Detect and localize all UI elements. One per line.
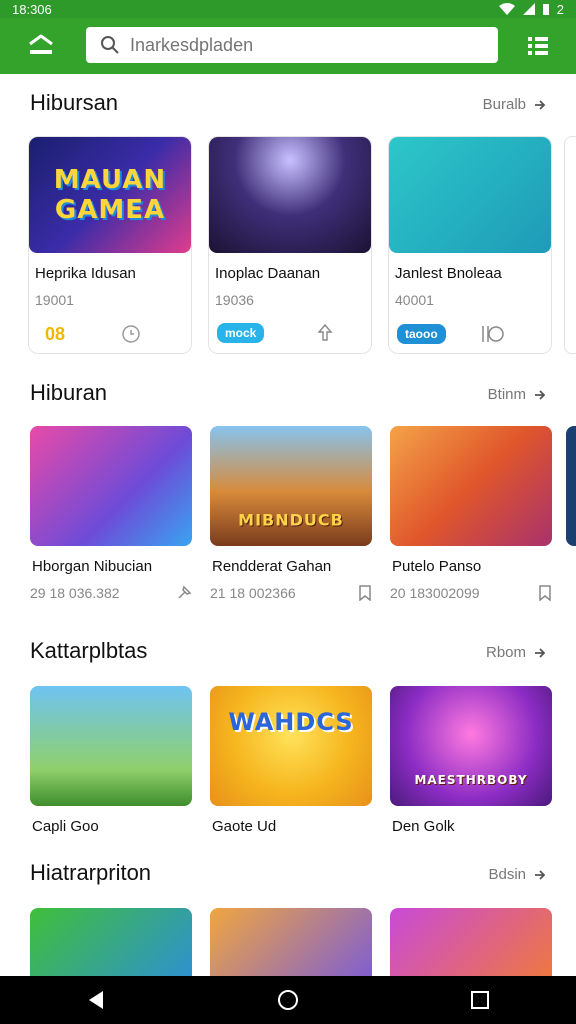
thumbnail-art-text: WAHDCS bbox=[228, 708, 354, 736]
app-name: Janlest Bnoleaa bbox=[395, 265, 502, 282]
see-more-link[interactable]: Rbom bbox=[486, 644, 546, 661]
next-card-peek bbox=[566, 426, 576, 546]
app-name: Hborgan Nibucian bbox=[32, 558, 153, 575]
app-name: Heprika Idusan bbox=[35, 265, 136, 282]
section-title: Hiatrarpriton bbox=[30, 860, 152, 885]
app-meta: 19001 bbox=[35, 292, 74, 308]
thumbnail-art-text: MIBNDUCB bbox=[238, 510, 344, 530]
arrow-right-icon bbox=[535, 389, 546, 400]
app-name: Rendderat Gahan bbox=[212, 558, 332, 575]
see-more-link[interactable]: Bdsin bbox=[488, 866, 546, 883]
content-scroll[interactable]: Hibursan Buralb MAUAN GAMEA Heprika Idus… bbox=[0, 74, 576, 976]
battery-icon bbox=[542, 4, 549, 15]
app-badge: mock bbox=[217, 323, 265, 343]
section-3: Kattarplbtas Rbom Capli Goo WAHDCS Gaote… bbox=[0, 622, 576, 852]
app-card[interactable]: MAESTHRBOBY Den Golk bbox=[390, 686, 552, 835]
menu-button[interactable] bbox=[526, 34, 550, 58]
app-card[interactable]: MAUAN GAMEA Heprika Idusan 19001 08 bbox=[28, 136, 192, 354]
search-input[interactable] bbox=[130, 34, 470, 56]
app-card[interactable]: Capli Goo bbox=[30, 686, 192, 835]
app-name: Putelo Panso bbox=[392, 558, 482, 575]
battery-level: 2 bbox=[556, 1, 564, 17]
app-name: Den Golk bbox=[392, 818, 455, 835]
app-thumbnail bbox=[389, 137, 551, 253]
app-card[interactable]: MIBNDUCB Rendderat Gahan 21 18 002366 bbox=[210, 426, 372, 601]
app-thumbnail bbox=[209, 137, 371, 253]
app-name: Inoplac Daanan bbox=[215, 265, 321, 282]
app-name: Capli Goo bbox=[32, 818, 99, 835]
clock-icon bbox=[122, 325, 140, 343]
app-meta: 20 183002099 bbox=[390, 585, 480, 601]
app-card[interactable]: Janlest Bnoleaa 40001 taooo bbox=[388, 136, 552, 354]
settings-icon bbox=[481, 326, 504, 342]
thumbnail-art-text: MAESTHRBOBY bbox=[414, 772, 528, 787]
home-icon bbox=[29, 34, 53, 54]
see-more-label: Buralb bbox=[482, 96, 526, 113]
status-bar: 18:306 2 bbox=[0, 0, 576, 18]
app-thumbnail bbox=[390, 426, 552, 546]
pin-icon[interactable] bbox=[176, 585, 192, 601]
app-meta: 29 18 036.382 bbox=[30, 585, 120, 601]
app-thumbnail: WAHDCS bbox=[210, 686, 372, 806]
square-recents-icon bbox=[471, 991, 489, 1009]
app-card[interactable]: WAHDCS Gaote Ud bbox=[210, 686, 372, 835]
search-icon bbox=[101, 36, 119, 54]
thumbnail-art-text: MAUAN GAMEA bbox=[53, 165, 167, 225]
app-card[interactable]: Putelo Panso 20 183002099 bbox=[390, 426, 552, 601]
app-thumbnail: MAUAN GAMEA bbox=[29, 137, 191, 253]
app-meta: 40001 bbox=[395, 292, 434, 308]
status-icons: 2 bbox=[498, 1, 564, 17]
wifi-icon bbox=[498, 3, 515, 15]
section-title: Kattarplbtas bbox=[30, 638, 148, 663]
app-badge: taooo bbox=[397, 324, 446, 344]
app-thumbnail bbox=[210, 908, 372, 976]
bookmark-icon[interactable] bbox=[538, 585, 552, 601]
home-nav-button[interactable] bbox=[268, 980, 308, 1020]
app-thumbnail bbox=[390, 908, 552, 976]
see-more-link[interactable]: Btinm bbox=[488, 386, 546, 403]
app-bar bbox=[0, 18, 576, 74]
arrow-right-icon bbox=[535, 99, 546, 110]
see-more-link[interactable]: Buralb bbox=[483, 96, 546, 113]
section-2: Hiburan Btinm Hborgan Nibucian 29 18 036… bbox=[0, 364, 576, 634]
back-icon bbox=[89, 991, 103, 1009]
arrow-right-icon bbox=[535, 647, 546, 658]
app-thumbnail: MIBNDUCB bbox=[210, 426, 372, 546]
app-card[interactable] bbox=[210, 908, 372, 976]
see-more-label: Bdsin bbox=[488, 866, 526, 883]
see-more-label: Btinm bbox=[487, 386, 526, 403]
see-more-label: Rbom bbox=[485, 644, 526, 661]
app-meta: 21 18 002366 bbox=[210, 585, 296, 601]
app-card[interactable] bbox=[30, 908, 192, 976]
back-button[interactable] bbox=[76, 980, 116, 1020]
app-badge: 08 bbox=[37, 324, 74, 344]
search-box[interactable] bbox=[86, 27, 498, 63]
arrow-right-icon bbox=[535, 869, 546, 880]
section-4: Hiatrarpriton Bdsin bbox=[0, 846, 576, 976]
app-card[interactable]: Inoplac Daanan 19036 mock bbox=[208, 136, 372, 354]
app-card[interactable] bbox=[390, 908, 552, 976]
section-title: Hibursan bbox=[30, 90, 119, 115]
status-time: 18:306 bbox=[12, 1, 52, 17]
app-name: Gaote Ud bbox=[212, 818, 277, 835]
app-thumbnail: MAESTHRBOBY bbox=[390, 686, 552, 806]
section-1: Hibursan Buralb MAUAN GAMEA Heprika Idus… bbox=[0, 74, 576, 364]
upload-icon bbox=[317, 323, 333, 341]
menu-icon bbox=[528, 37, 548, 55]
next-card-peek bbox=[564, 136, 576, 354]
bookmark-icon[interactable] bbox=[358, 585, 372, 601]
recents-button[interactable] bbox=[460, 980, 500, 1020]
app-thumbnail bbox=[30, 686, 192, 806]
circle-home-icon bbox=[278, 990, 298, 1010]
app-meta: 19036 bbox=[215, 292, 254, 308]
app-thumbnail bbox=[30, 908, 192, 976]
section-title: Hiburan bbox=[30, 380, 108, 405]
signal-icon bbox=[522, 3, 535, 15]
app-thumbnail bbox=[30, 426, 192, 546]
home-button[interactable] bbox=[26, 32, 56, 60]
system-nav-bar bbox=[0, 976, 576, 1024]
app-card[interactable]: Hborgan Nibucian 29 18 036.382 bbox=[30, 426, 192, 601]
